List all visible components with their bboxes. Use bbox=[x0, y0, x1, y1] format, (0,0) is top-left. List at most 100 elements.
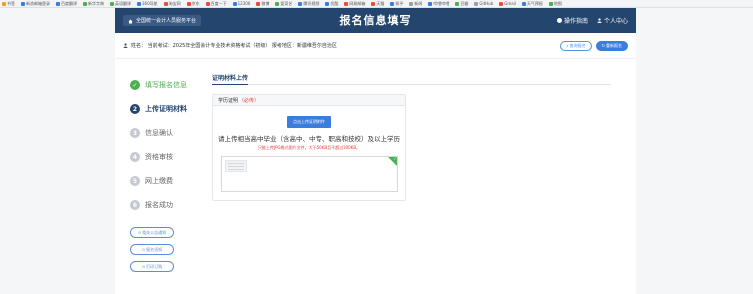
step-label: 填写报名信息 bbox=[145, 81, 187, 89]
bookmark-item[interactable]: 新浪邮箱登录 bbox=[21, 1, 50, 7]
refresh-icon: ↻ bbox=[601, 43, 605, 48]
side-link-label: 相关公告通知 bbox=[142, 229, 167, 235]
bookmark-item[interactable]: 英语翻译 bbox=[110, 1, 131, 7]
card-header: 学历证明 （必传） bbox=[213, 95, 405, 106]
bookmark-item[interactable]: 优酷 bbox=[325, 1, 338, 7]
bookmark-item[interactable]: 天气预报 bbox=[521, 0, 543, 7]
bookmark-label: 哔哩哔哩 bbox=[433, 0, 450, 6]
step-number-icon: 5 bbox=[130, 176, 140, 186]
bookmark-icon bbox=[499, 1, 504, 6]
bookmark-label: 腾讯视频 bbox=[303, 0, 320, 6]
bookmark-item[interactable]: 天猫 bbox=[371, 1, 384, 7]
search-icon: ⌕ bbox=[566, 43, 569, 48]
step-label: 上传证明材料 bbox=[145, 105, 187, 113]
bookmark-icon bbox=[110, 1, 114, 6]
user-icon bbox=[597, 18, 602, 23]
step-number-icon: 3 bbox=[130, 128, 140, 138]
bookmark-item[interactable]: 哔哩哔哩 bbox=[428, 1, 449, 7]
bookmark-label: 新华字典 bbox=[88, 0, 104, 6]
bookmark-item[interactable]: 地图 bbox=[548, 0, 562, 7]
query-registration-button[interactable]: ⌕ 查询报名 bbox=[560, 40, 592, 51]
bookmark-label: 新闻 bbox=[414, 0, 423, 6]
bookmark-icon bbox=[474, 1, 479, 6]
bookmark-item[interactable]: 360导航 bbox=[137, 1, 158, 7]
step-number-icon: 2 bbox=[130, 104, 140, 114]
step-item[interactable]: 5 网上缴费 bbox=[130, 169, 207, 193]
bookmark-label: 百度一下 bbox=[210, 0, 227, 6]
side-link[interactable]: ⊙ 报名须知 bbox=[130, 244, 174, 255]
step-label: 网上缴费 bbox=[145, 177, 173, 185]
app-window: 全国统一会计人员服务平台 报名信息填写 操作指南 个人中心 姓名： 当前考试：2… bbox=[115, 8, 636, 294]
bookmarks-bar: 书签 新浪邮箱登录 百度翻译 新华字典 英语翻译 360导航 淘宝网 京东 百度一下 12306 微… bbox=[0, 0, 753, 8]
bookmark-icon bbox=[205, 1, 210, 6]
bookmark-icon bbox=[186, 1, 191, 6]
bookmark-label: 天气预报 bbox=[526, 0, 543, 6]
step-label: 资格审核 bbox=[145, 153, 173, 161]
step-number-icon: 4 bbox=[130, 152, 140, 162]
bookmark-item[interactable]: 百度一下 bbox=[205, 0, 227, 7]
info-icon bbox=[556, 18, 562, 23]
bookmark-label: GitHub bbox=[479, 0, 494, 6]
link-icon: ⊙ bbox=[141, 264, 146, 269]
re-register-label: 重新报名 bbox=[606, 42, 622, 48]
side-link[interactable]: ⊙ 打印订购 bbox=[130, 261, 174, 272]
bookmark-label: 新浪邮箱登录 bbox=[26, 0, 50, 6]
bookmark-icon bbox=[390, 1, 395, 6]
bookmark-item[interactable]: 新闻 bbox=[409, 1, 422, 7]
step-item[interactable]: 4 资格审核 bbox=[130, 145, 207, 169]
uploaded-file-preview[interactable]: ✓ bbox=[221, 156, 398, 192]
bookmark-label: 豆瓣 bbox=[460, 0, 469, 6]
bookmark-item[interactable]: 新华字典 bbox=[83, 1, 104, 7]
required-marker: （必传） bbox=[239, 97, 260, 104]
re-register-button[interactable]: ↻ 重新报名 bbox=[595, 40, 628, 51]
step-item[interactable]: 3 信息确认 bbox=[130, 121, 207, 145]
bookmark-item[interactable]: 豆瓣 bbox=[455, 1, 468, 7]
step-item[interactable]: 2 上传证明材料 bbox=[130, 97, 207, 121]
guide-label: 操作指南 bbox=[563, 18, 588, 25]
side-link-label: 打印订购 bbox=[146, 263, 163, 269]
bookmark-icon bbox=[275, 1, 280, 6]
bookmark-item[interactable]: 爱奇艺 bbox=[275, 1, 292, 7]
bookmark-label: 12306 bbox=[237, 0, 251, 6]
side-link[interactable]: ⊙ 相关公告通知 bbox=[130, 227, 174, 238]
bookmark-icon bbox=[163, 1, 168, 6]
top-nav-bar: 全国统一会计人员服务平台 报名信息填写 操作指南 个人中心 bbox=[115, 8, 636, 33]
step-number-icon: 6 bbox=[130, 200, 140, 210]
bookmark-icon bbox=[344, 1, 349, 6]
bookmark-icon bbox=[455, 1, 460, 6]
bookmark-item[interactable]: GitHub bbox=[474, 1, 493, 7]
bookmark-label: 网易邮箱 bbox=[349, 0, 366, 6]
step-item[interactable]: ✓ 填写报名信息 bbox=[130, 73, 207, 97]
bookmark-item[interactable]: 百度翻译 bbox=[56, 1, 77, 7]
user-center-link[interactable]: 个人中心 bbox=[597, 16, 628, 25]
education-proof-card: 学历证明 （必传） 点击上传证明附件 请上传相当高中毕业（含高中、中专、职高和技… bbox=[212, 94, 406, 201]
guide-link[interactable]: 操作指南 bbox=[556, 16, 588, 25]
bookmark-item[interactable]: 书签 bbox=[2, 1, 15, 7]
side-link-label: 报名须知 bbox=[146, 246, 163, 252]
bookmark-icon bbox=[521, 1, 526, 6]
exam-info-text: 姓名： 当前考试：2025年全国会计专业技术资格考试（初级） 报考地区：新疆维吾… bbox=[131, 43, 337, 49]
upload-attachment-button[interactable]: 点击上传证明附件 bbox=[287, 116, 331, 128]
user-center-label: 个人中心 bbox=[603, 18, 628, 25]
bookmark-item[interactable]: 淘宝网 bbox=[163, 1, 181, 7]
bookmark-item[interactable]: 京东 bbox=[186, 1, 200, 7]
bookmark-icon bbox=[256, 1, 261, 6]
card-title: 学历证明 bbox=[218, 97, 239, 104]
bookmark-label: 天猫 bbox=[376, 0, 385, 6]
bookmark-item[interactable]: 腾讯视频 bbox=[298, 1, 319, 7]
right-gutter bbox=[636, 8, 753, 294]
bookmark-item[interactable]: 网易邮箱 bbox=[344, 1, 365, 7]
step-number-icon: ✓ bbox=[130, 80, 140, 90]
bookmark-item[interactable]: 12306 bbox=[232, 0, 251, 7]
bookmark-icon bbox=[548, 1, 553, 6]
bookmark-label: 地图 bbox=[553, 0, 562, 6]
upload-format-hint: 只能上传JPG格式图片文件，大于50KB且不超过300KB。 bbox=[257, 145, 361, 150]
bookmark-item[interactable]: 微博 bbox=[256, 1, 269, 7]
bookmark-item[interactable]: Gmail bbox=[499, 1, 516, 7]
bookmark-icon bbox=[325, 1, 330, 6]
bookmark-icon bbox=[428, 1, 433, 6]
step-item[interactable]: 6 报名成功 bbox=[130, 193, 207, 217]
document-thumbnail bbox=[225, 160, 247, 172]
bookmark-item[interactable]: 知乎 bbox=[390, 1, 403, 7]
bookmark-icon bbox=[298, 1, 303, 6]
